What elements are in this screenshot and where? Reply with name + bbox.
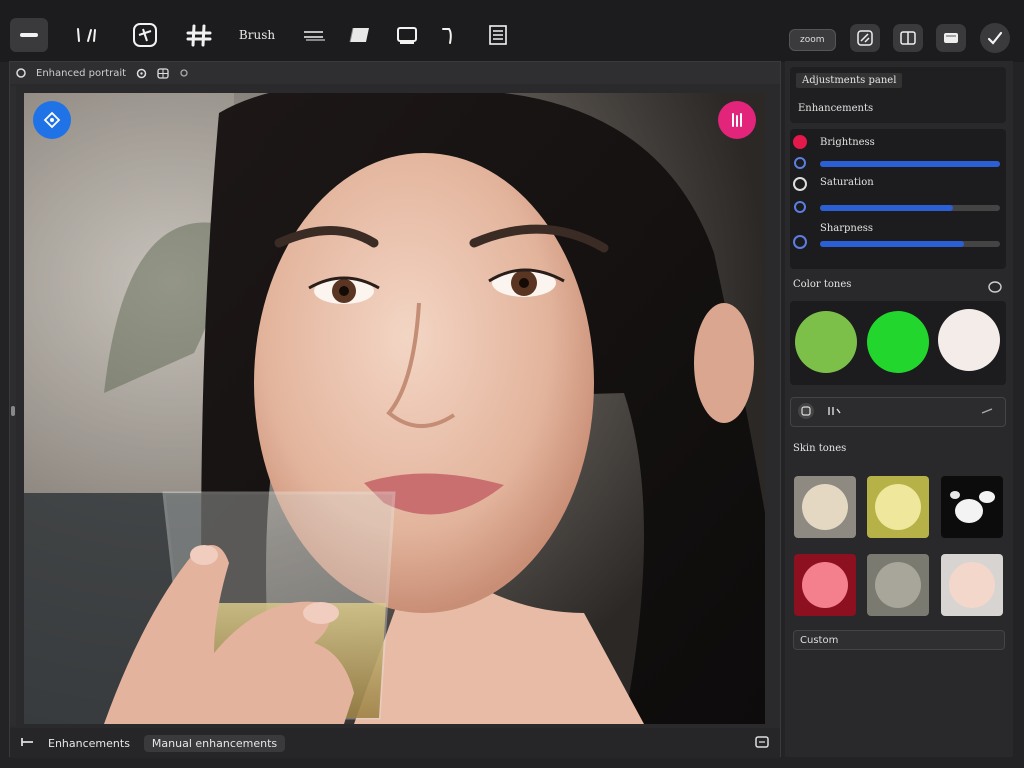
portrait-photo[interactable] xyxy=(24,93,765,724)
slider-3-icon xyxy=(793,235,807,249)
skin-tile-2[interactable] xyxy=(867,476,929,538)
panel-header-sub: Enhancements xyxy=(798,103,874,114)
photo-editor-app: Brush zoom Enhanced portrait Enhancement… xyxy=(0,0,1024,768)
skin-tile-5-dot xyxy=(875,562,921,608)
slider-1-label: Brightness xyxy=(820,137,875,148)
custom-tone-label: Custom xyxy=(800,634,839,646)
split-view-button[interactable] xyxy=(893,24,923,52)
skin-tile-2-dot xyxy=(875,484,921,530)
color-swatch-2[interactable] xyxy=(867,311,929,373)
color-swatch-3[interactable] xyxy=(938,309,1000,371)
skin-tones-title: Skin tones xyxy=(793,443,847,454)
curve-tool-button[interactable] xyxy=(436,18,462,52)
select-tool-button[interactable] xyxy=(10,18,48,52)
reset-icon[interactable] xyxy=(988,278,1002,297)
transform-tool-button[interactable] xyxy=(128,18,162,52)
export-button[interactable] xyxy=(936,24,966,52)
skin-tile-4[interactable] xyxy=(794,554,856,616)
slider-2-fill xyxy=(820,205,954,211)
transform-icon xyxy=(133,23,157,47)
line-tool-button[interactable] xyxy=(298,18,330,52)
text-tool-button[interactable]: Brush xyxy=(232,18,282,52)
preset-dropdown[interactable] xyxy=(790,397,1006,427)
brush-strokes-icon xyxy=(77,28,96,42)
panel-header-title: Adjustments panel xyxy=(796,73,903,88)
slider-3-label: Sharpness xyxy=(820,223,874,234)
grid-icon[interactable] xyxy=(157,67,169,79)
eraser-icon xyxy=(349,27,369,43)
text-tool-label: Brush xyxy=(238,28,276,42)
skin-tile-1-dot xyxy=(802,484,848,530)
top-toolbar: Brush zoom xyxy=(0,0,1024,62)
line-icon xyxy=(304,31,325,41)
gear-icon[interactable] xyxy=(136,68,147,79)
sliders-section: Brightness Saturation Sharpness xyxy=(790,129,1006,269)
frame-icon xyxy=(397,27,417,44)
curve-icon xyxy=(442,28,452,44)
portrait-illustration xyxy=(24,93,765,724)
adjustments-panel: Adjustments panel Enhancements Brightnes… xyxy=(785,61,1013,757)
slider-2-icon xyxy=(794,201,806,213)
skin-tile-6[interactable] xyxy=(941,554,1003,616)
skin-tile-6-dot xyxy=(949,562,995,608)
slider-3-track[interactable] xyxy=(820,241,1000,247)
check-icon xyxy=(987,31,1003,45)
canvas-header: Enhanced portrait xyxy=(10,62,780,84)
magic-enhance-button[interactable] xyxy=(33,101,71,139)
slider-2-knob-icon xyxy=(793,177,807,191)
slider-2-track[interactable] xyxy=(820,205,1000,211)
skin-tile-1[interactable] xyxy=(794,476,856,538)
scroll-thumb[interactable] xyxy=(11,406,15,416)
color-tones-section xyxy=(790,301,1006,385)
slider-1-track[interactable] xyxy=(820,161,1000,167)
beauty-retouch-button[interactable] xyxy=(718,101,756,139)
slider-1-fill xyxy=(820,161,1000,167)
export-icon xyxy=(944,33,958,43)
canvas-title: Enhanced portrait xyxy=(36,67,127,79)
zoom-label: zoom xyxy=(800,35,825,45)
slider-2-label: Saturation xyxy=(820,177,874,188)
layers-tool-button[interactable] xyxy=(484,18,512,52)
pen-tool-button[interactable] xyxy=(68,18,104,52)
layers-icon xyxy=(489,25,507,45)
compare-button[interactable] xyxy=(850,24,880,52)
skin-tile-3[interactable] xyxy=(941,476,1003,538)
vertical-scrollbar[interactable] xyxy=(10,86,16,726)
chevron-down-icon xyxy=(981,407,993,418)
slider-3-fill xyxy=(820,241,964,247)
canvas-panel: Enhanced portrait Enhancements Manual en… xyxy=(9,61,781,758)
panel-header: Adjustments panel Enhancements xyxy=(790,67,1006,123)
minus-icon xyxy=(20,33,38,37)
compare-icon xyxy=(857,30,873,46)
zoom-button[interactable]: zoom xyxy=(789,29,836,51)
back-arrow-icon[interactable] xyxy=(20,736,34,751)
eraser-tool-button[interactable] xyxy=(344,18,376,52)
footer-primary-label[interactable]: Enhancements xyxy=(48,737,130,750)
color-tones-title: Color tones xyxy=(793,279,852,290)
sparkle-icon xyxy=(732,113,742,127)
canvas-footer: Enhancements Manual enhancements xyxy=(10,728,780,758)
split-view-icon xyxy=(900,31,916,45)
crop-icon xyxy=(186,24,212,47)
record-dot-icon xyxy=(793,135,807,149)
custom-tone-field[interactable]: Custom xyxy=(793,630,1005,650)
circle-icon xyxy=(16,68,26,78)
dot-icon[interactable] xyxy=(179,68,189,78)
apply-button[interactable] xyxy=(980,23,1010,53)
magic-wand-icon xyxy=(43,111,61,129)
fullscreen-icon[interactable] xyxy=(754,735,770,752)
footer-secondary-label[interactable]: Manual enhancements xyxy=(143,734,286,752)
color-swatch-1[interactable] xyxy=(795,311,857,373)
crop-tool-button[interactable] xyxy=(182,18,216,52)
skin-tile-4-dot xyxy=(802,562,848,608)
preset-grid-icon xyxy=(827,405,841,420)
preset-icon xyxy=(797,402,815,423)
slider-1-icon xyxy=(794,157,806,169)
skin-tile-5[interactable] xyxy=(867,554,929,616)
frame-tool-button[interactable] xyxy=(392,18,422,52)
cotton-icon xyxy=(950,491,995,523)
